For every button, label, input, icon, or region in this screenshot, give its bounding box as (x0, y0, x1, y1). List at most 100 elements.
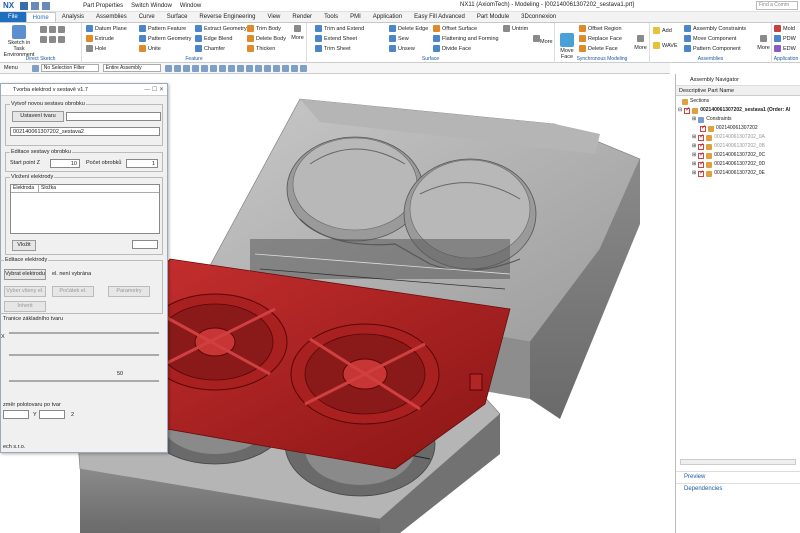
tab-render[interactable]: Render (286, 12, 318, 22)
offset-surface-button[interactable]: Offset Surface (433, 25, 477, 32)
circle-icon[interactable] (40, 36, 47, 43)
undo-icon[interactable] (31, 1, 40, 10)
tab-3dconnexion[interactable]: 3Dconnexion (515, 12, 562, 22)
delete-body-button[interactable]: Delete Body (247, 35, 286, 42)
unite-button[interactable]: Unite (139, 45, 161, 52)
wave-button[interactable]: WAVE (653, 42, 678, 49)
untrim-button[interactable]: Untrim (503, 25, 528, 32)
sew-button[interactable]: Sew (389, 35, 409, 42)
line-icon[interactable] (40, 26, 47, 33)
pan-icon[interactable] (218, 64, 226, 72)
layer-icon[interactable] (254, 64, 262, 72)
zoom-icon[interactable] (200, 64, 208, 72)
hole-button[interactable]: Hole (86, 45, 106, 52)
select-electrode-button[interactable]: Vybrat elektrodu (4, 269, 46, 280)
tab-view[interactable]: View (261, 12, 286, 22)
tree-row-part[interactable]: ⊞002140061307202_0D (678, 160, 800, 169)
slider-3-track[interactable] (9, 380, 159, 382)
snap-icon[interactable] (164, 64, 172, 72)
selection-filter-dropdown[interactable]: No Selection Filter (40, 64, 99, 72)
checkbox-icon[interactable] (698, 151, 704, 160)
dialog-window-controls[interactable]: — ☐ ✕ (144, 84, 164, 96)
pattern-feature-button[interactable]: Pattern Feature (139, 25, 186, 32)
checkbox-icon[interactable] (698, 169, 704, 178)
inherit-button[interactable]: Inherit (4, 301, 46, 312)
size-x-input[interactable] (3, 410, 29, 419)
tree-row-root[interactable]: ⊟002140061307202_sestava1 (Order: Al (678, 106, 800, 115)
extract-geometry-button[interactable]: Extract Geometry (195, 25, 247, 32)
count-input[interactable]: 1 (126, 159, 158, 168)
trim-sheet-button[interactable]: Trim Sheet (315, 45, 351, 52)
extrude-button[interactable]: Extrude (86, 35, 114, 42)
divide-face-button[interactable]: Divide Face (433, 45, 471, 52)
find-command-input[interactable]: Find a Comm (756, 1, 798, 10)
replace-face-button[interactable]: Replace Face (579, 35, 622, 42)
tab-analysis[interactable]: Analysis (56, 12, 90, 22)
checkbox-icon[interactable] (684, 106, 690, 115)
tab-assemblies[interactable]: Assemblies (90, 12, 133, 22)
select-icon[interactable] (31, 64, 39, 72)
shaded-icon[interactable] (227, 64, 235, 72)
arc-icon[interactable] (49, 26, 56, 33)
insert-button[interactable]: Vložit (12, 240, 36, 251)
fit-icon[interactable] (191, 64, 199, 72)
parameters-button[interactable]: Parametry (108, 286, 150, 297)
edge-blend-button[interactable]: Edge Blend (195, 35, 232, 42)
slider-x-track[interactable] (9, 332, 159, 334)
edw-button[interactable]: EDW (774, 45, 796, 52)
orient-icon[interactable] (263, 64, 271, 72)
point-icon[interactable] (58, 36, 65, 43)
tree-row-part[interactable]: ⊞002140061307202_0B (678, 142, 800, 151)
selection-scope-dropdown[interactable]: Entire Assembly (102, 64, 161, 72)
tab-surface[interactable]: Surface (161, 12, 194, 22)
measure-icon[interactable] (272, 64, 280, 72)
tab-easy-fill[interactable]: Easy Fill Advanced (408, 12, 471, 22)
tree-row-part[interactable]: ⊞002140061307202_0C (678, 151, 800, 160)
assembly-constraints-button[interactable]: Assembly Constraints (684, 25, 746, 32)
switch-window-button[interactable]: Switch Window (131, 3, 172, 9)
slider-2-track[interactable] (9, 354, 159, 356)
tab-pmi[interactable]: PMI (344, 12, 367, 22)
surface-more-button[interactable]: More (533, 35, 553, 45)
pattern-geometry-button[interactable]: Pattern Geometry (139, 35, 191, 42)
rotate-icon[interactable] (209, 64, 217, 72)
preview-panel-header[interactable]: Preview (676, 471, 800, 482)
save-icon[interactable] (20, 1, 29, 10)
delete-edge-button[interactable]: Delete Edge (389, 25, 428, 32)
tree-row-part[interactable]: ⊞002140061307202_0A (678, 133, 800, 142)
tree-row-part[interactable]: 002140061307202 (678, 124, 800, 133)
shape-select[interactable] (66, 112, 161, 121)
tab-curve[interactable]: Curve (133, 12, 161, 22)
datum-plane-button[interactable]: Datum Plane (86, 25, 127, 32)
sketch-button[interactable]: Sketch in Task Environment (2, 25, 36, 58)
tab-tools[interactable]: Tools (318, 12, 344, 22)
navigator-column-header[interactable]: Descriptive Part Name (676, 86, 800, 96)
setup-shape-button[interactable]: Ustavení tvaru (12, 111, 64, 122)
menu-button[interactable]: Menu (4, 65, 18, 71)
flattening-button[interactable]: Flattening and Forming (433, 35, 499, 42)
tab-home[interactable]: Home (25, 12, 56, 22)
start-point-input[interactable]: 10 (50, 159, 80, 168)
redo-icon[interactable] (42, 1, 51, 10)
checkbox-icon[interactable] (698, 133, 704, 142)
assembly-name-input[interactable]: 002140061307202_sestava2 (10, 127, 160, 136)
thicken-button[interactable]: Thicken (247, 45, 275, 52)
electrode-table[interactable]: Elektroda Složka (10, 184, 160, 234)
wireframe-icon[interactable] (236, 64, 244, 72)
select-all-button[interactable]: Vyber všeny el. (4, 286, 46, 297)
size-y-input[interactable] (39, 410, 65, 419)
move-component-button[interactable]: Move Component (684, 35, 736, 42)
insert-value-input[interactable] (132, 240, 158, 249)
electrode-origin-button[interactable]: Počátek el. (52, 286, 94, 297)
pdw-button[interactable]: PDW (774, 35, 796, 42)
navigator-horizontal-scrollbar[interactable] (680, 459, 796, 465)
tab-application[interactable]: Application (367, 12, 408, 22)
view-icon[interactable] (182, 64, 190, 72)
dependencies-panel-header[interactable]: Dependencies (676, 483, 800, 494)
unsew-button[interactable]: Unsew (389, 45, 415, 52)
trim-body-button[interactable]: Trim Body (247, 25, 281, 32)
hide-icon[interactable] (281, 64, 289, 72)
offset-region-button[interactable]: Offset Region (579, 25, 622, 32)
tab-part-module[interactable]: Part Module (471, 12, 515, 22)
checkbox-icon[interactable] (698, 160, 704, 169)
